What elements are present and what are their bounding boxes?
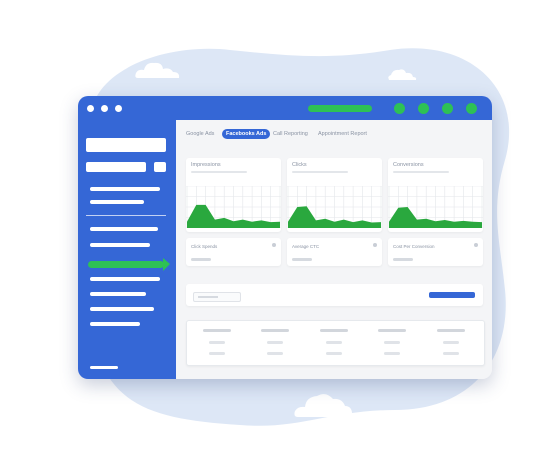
status-dot-icon[interactable] — [418, 103, 429, 114]
app-window: Google Ads Facebooks Ads Call Reporting … — [78, 96, 492, 379]
table-cell — [209, 341, 225, 344]
card-subtitle-placeholder — [393, 171, 449, 173]
tab-facebooks-ads[interactable]: Facebooks Ads — [222, 129, 271, 139]
stat-card-click-spends: Click Spends — [186, 238, 281, 266]
cloud-icon — [135, 62, 180, 78]
table-cell — [384, 341, 400, 344]
stat-value-placeholder — [393, 258, 413, 261]
sidebar-item[interactable] — [90, 307, 154, 311]
stat-value-placeholder — [191, 258, 211, 261]
window-dot-icon[interactable] — [101, 105, 108, 112]
table-header-cell — [203, 329, 231, 332]
stat-value-placeholder — [292, 258, 312, 261]
sidebar-item[interactable] — [90, 200, 144, 204]
status-dot-icon[interactable] — [442, 103, 453, 114]
sidebar-item[interactable] — [90, 322, 140, 326]
filter-placeholder — [198, 296, 218, 298]
sidebar-item[interactable] — [90, 292, 146, 296]
tab-call-reporting[interactable]: Call Reporting — [273, 129, 308, 139]
filter-button[interactable] — [429, 292, 475, 298]
stat-label: Average CTC — [292, 244, 320, 249]
window-dot-icon[interactable] — [87, 105, 94, 112]
card-subtitle-placeholder — [191, 171, 247, 173]
table-cell — [267, 352, 283, 355]
table-header-cell — [437, 329, 465, 332]
info-icon[interactable] — [373, 243, 377, 247]
stat-card-cost-per-conversion: Cost Per Conversion — [388, 238, 483, 266]
sidebar-item[interactable] — [90, 277, 160, 281]
stat-card-average-ctc: Average CTC — [287, 238, 382, 266]
sidebar-footer-item[interactable] — [90, 366, 118, 369]
sidebar-item[interactable] — [90, 187, 160, 191]
table-cell — [384, 352, 400, 355]
status-dot-icon[interactable] — [466, 103, 477, 114]
table-cell — [267, 341, 283, 344]
conversions-chart — [388, 186, 483, 228]
title-placeholder — [308, 105, 372, 112]
window-dot-icon[interactable] — [115, 105, 122, 112]
card-subtitle-placeholder — [292, 171, 348, 173]
table-cell — [209, 352, 225, 355]
main-panel: Google Ads Facebooks Ads Call Reporting … — [176, 120, 492, 379]
card-title: Conversions — [393, 162, 424, 168]
table-cell — [443, 341, 459, 344]
sidebar-divider — [86, 215, 166, 216]
tab-google-ads[interactable]: Google Ads — [186, 129, 214, 139]
sidebar-item[interactable] — [90, 227, 158, 231]
table-header-cell — [261, 329, 289, 332]
impressions-chart — [186, 186, 281, 228]
table-cell — [326, 352, 342, 355]
sidebar — [78, 120, 176, 379]
title-bar — [78, 96, 492, 120]
metric-card-impressions: Impressions — [186, 158, 281, 232]
info-icon[interactable] — [474, 243, 478, 247]
filter-input[interactable] — [193, 292, 241, 302]
table-header-cell — [320, 329, 348, 332]
cloud-icon — [294, 394, 353, 417]
sidebar-select[interactable] — [86, 162, 146, 172]
sidebar-item-active[interactable] — [88, 258, 170, 271]
table-header-cell — [378, 329, 406, 332]
metric-card-clicks: Clicks — [287, 158, 382, 232]
sidebar-select-button[interactable] — [154, 162, 166, 172]
clicks-chart — [287, 186, 382, 228]
card-title: Clicks — [292, 162, 307, 168]
metric-card-conversions: Conversions — [388, 158, 483, 232]
card-title: Impressions — [191, 162, 221, 168]
status-dot-icon[interactable] — [394, 103, 405, 114]
stat-label: Cost Per Conversion — [393, 244, 435, 249]
cloud-icon — [388, 69, 417, 80]
filter-bar — [186, 284, 483, 306]
sidebar-search-box[interactable] — [86, 138, 166, 152]
stat-label: Click Spends — [191, 244, 218, 249]
tab-appointment-report[interactable]: Appointment Report — [318, 129, 367, 139]
table-cell — [443, 352, 459, 355]
sidebar-item[interactable] — [90, 243, 150, 247]
data-table — [186, 320, 485, 366]
info-icon[interactable] — [272, 243, 276, 247]
table-cell — [326, 341, 342, 344]
